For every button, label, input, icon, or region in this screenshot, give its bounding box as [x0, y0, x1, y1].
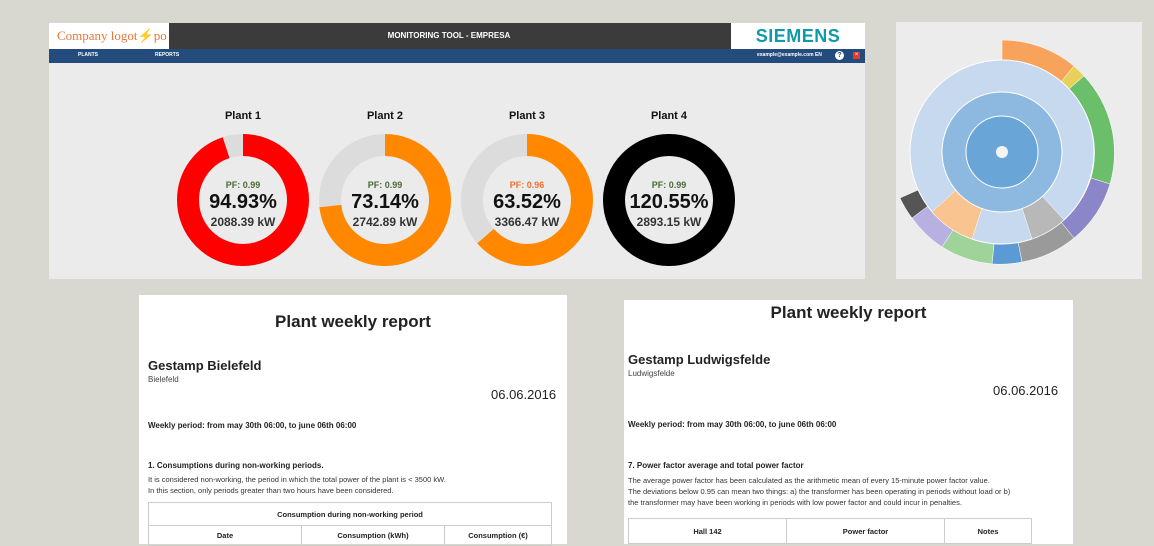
column-header-consumption-eur: Consumption (€) — [444, 525, 552, 546]
plant-4-pf: PF: 0.99 — [651, 180, 687, 190]
power-factor-table: Hall 142 Power factor Notes — [628, 518, 1032, 544]
table-title: Consumption during non-working period — [148, 502, 552, 526]
report-title: Plant weekly report — [770, 303, 927, 322]
plant-3-power: 3366.47 kW — [494, 215, 560, 229]
column-header-consumption-kwh: Consumption (kWh) — [301, 525, 445, 546]
report-period: Weekly period: from may 30th 06:00, to j… — [148, 421, 357, 430]
report-section-heading: 7. Power factor average and total power … — [628, 461, 804, 470]
report-period: Weekly period: from may 30th 06:00, to j… — [628, 420, 837, 429]
company-logo[interactable]: Company logot⚡po — [49, 23, 169, 49]
plant-3-title: Plant 3 — [508, 110, 546, 122]
report-title: Plant weekly report — [275, 312, 431, 331]
plant-4-percent: 120.55% — [629, 191, 709, 213]
report-plant-name: Gestamp Ludwigsfelde — [628, 352, 771, 367]
weekly-report-bielefeld: Plant weekly report Gestamp Bielefeld Bi… — [139, 295, 567, 546]
plant-3-percent: 63.52% — [493, 191, 561, 213]
sunburst-outer-ring-blue — [991, 241, 1023, 265]
plant-1-power: 2088.39 kW — [210, 215, 276, 229]
report-date: 06.06.2016 — [491, 387, 557, 402]
column-header-power-factor: Power factor — [786, 518, 945, 544]
nav-bar: PLANTS REPORTS example@example.com EN ? … — [49, 49, 865, 63]
language-selector[interactable]: EN — [815, 52, 822, 58]
report-text-2: In this section, only periods greater th… — [148, 486, 394, 495]
report-text-3: the transformer may have been working in… — [628, 498, 962, 507]
dashboard-header: Company logot⚡po MONITORING TOOL - EMPRE… — [49, 23, 865, 49]
help-icon[interactable]: ? — [835, 51, 844, 60]
column-header-hall: Hall 142 — [628, 518, 787, 544]
plant-1-title: Plant 1 — [224, 110, 262, 122]
plant-2-title: Plant 2 — [366, 110, 404, 122]
sunburst-center — [996, 146, 1008, 158]
nav-plants[interactable]: PLANTS — [78, 52, 98, 58]
report-text-1: The average power factor has been calcul… — [628, 476, 990, 485]
plant-2-power: 2742.89 kW — [352, 215, 418, 229]
plant-1-percent: 94.93% — [209, 191, 277, 213]
report-text-2: The deviations below 0.95 can mean two t… — [628, 487, 1011, 496]
report-section-heading: 1. Consumptions during non-working perio… — [148, 461, 324, 470]
sunburst-chart[interactable] — [896, 22, 1142, 279]
report-city: Bielefeld — [148, 375, 179, 384]
siemens-logo-text: SIEMENS — [755, 26, 841, 46]
close-icon[interactable]: × — [853, 52, 860, 59]
user-email: example@example.com EN — [757, 52, 822, 58]
sunburst-panel — [896, 22, 1142, 279]
plant-2-pf: PF: 0.99 — [367, 180, 403, 190]
user-email-text: example@example.com — [757, 52, 814, 58]
report-date: 06.06.2016 — [993, 383, 1059, 398]
plant-1-pf: PF: 0.99 — [225, 180, 261, 190]
consumption-table: Consumption during non-working period Da… — [148, 502, 552, 546]
plant-4-title: Plant 4 — [650, 110, 688, 122]
company-logo-text: Company logot⚡po — [57, 28, 167, 43]
plant-2-percent: 73.14% — [351, 191, 419, 213]
column-header-notes: Notes — [944, 518, 1032, 544]
report-city: Ludwigsfelde — [628, 369, 675, 378]
weekly-report-ludwigsfelde: Plant weekly report Gestamp Ludwigsfelde… — [624, 300, 1073, 544]
siemens-logo: SIEMENS — [731, 23, 865, 49]
monitoring-dashboard: Company logot⚡po MONITORING TOOL - EMPRE… — [49, 23, 865, 279]
report-text-1: It is considered non-working, the period… — [148, 475, 446, 484]
page-title: MONITORING TOOL - EMPRESA — [387, 31, 511, 40]
plant-4-power: 2893.15 kW — [636, 215, 702, 229]
nav-reports[interactable]: REPORTS — [155, 52, 179, 58]
plant-3-pf: PF: 0.96 — [509, 180, 545, 190]
column-header-date: Date — [148, 525, 302, 546]
report-plant-name: Gestamp Bielefeld — [148, 358, 262, 373]
